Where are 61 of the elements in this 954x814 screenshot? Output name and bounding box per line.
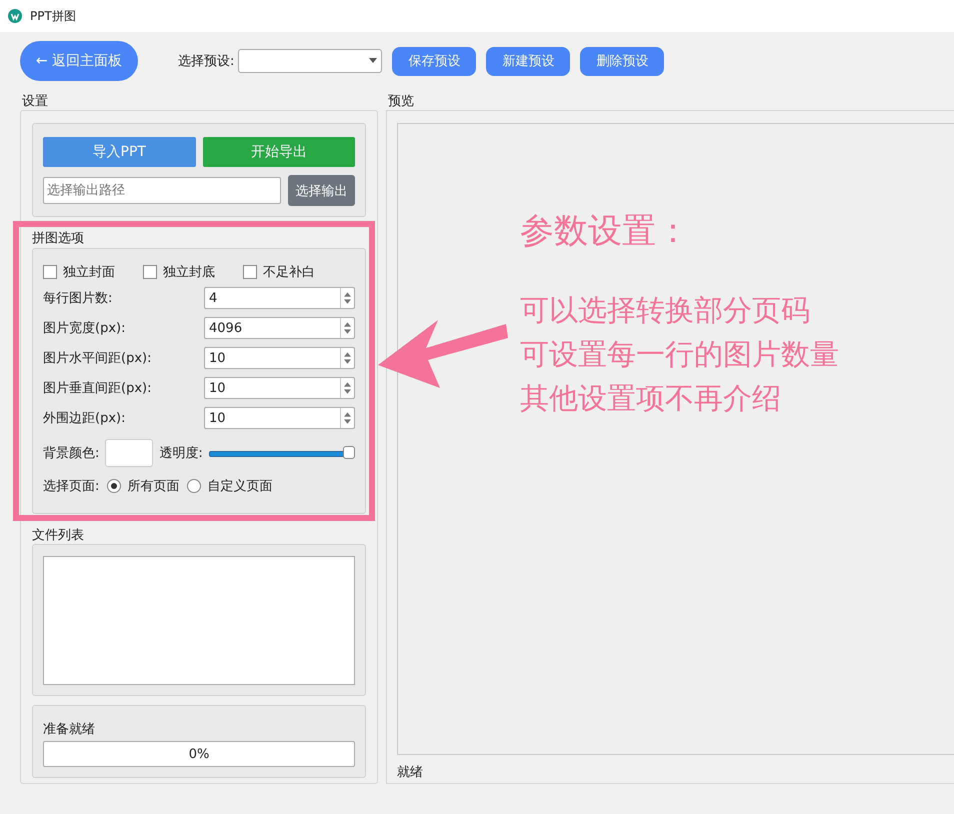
import-button[interactable]: 导入PPT (43, 137, 196, 167)
file-list[interactable] (43, 556, 355, 685)
field-label: 图片垂直间距(px): (43, 380, 152, 397)
radio-button[interactable] (107, 479, 122, 493)
spin-up-icon[interactable] (344, 412, 351, 417)
spin-down-icon[interactable] (344, 359, 351, 364)
section-title: 设置 (22, 93, 49, 110)
caret-icon (369, 58, 378, 63)
field-label: 透明度: (159, 445, 203, 462)
spin-box[interactable]: 4 (204, 287, 355, 309)
preset-button[interactable]: 保存预设 (392, 46, 476, 76)
checkbox-label: 独立封面 (63, 264, 115, 281)
spin-down-icon[interactable] (344, 419, 351, 424)
checkbox-label: 不足补白 (263, 264, 315, 281)
app-icon (8, 9, 22, 23)
progress-reading: 0% (188, 746, 210, 762)
spin-up-icon[interactable] (344, 382, 351, 387)
annotation-title: 参数设置： (520, 210, 691, 253)
preset-dropdown[interactable] (238, 49, 382, 73)
opacity-slider[interactable] (208, 446, 355, 460)
export-button[interactable]: 开始导出 (202, 137, 355, 167)
section-title: 文件列表 (32, 527, 85, 544)
spin-up-icon[interactable] (344, 322, 351, 327)
spin-up-icon[interactable] (344, 352, 351, 357)
spin-up-icon[interactable] (344, 292, 351, 297)
field-label: 选择页面: (43, 478, 100, 495)
field-label: 每行图片数: (43, 290, 112, 307)
annotation-text: 可以选择转换部分页码 (520, 292, 811, 329)
preset-label: 选择预设: (178, 53, 234, 70)
output-path-field[interactable]: 选择输出路径 (43, 177, 281, 204)
spin-down-icon[interactable] (344, 329, 351, 334)
arrow-icon (378, 320, 508, 390)
spin-box[interactable]: 10 (204, 377, 355, 399)
status-text: 准备就绪 (43, 721, 96, 738)
radio-label: 自定义页面 (207, 478, 272, 495)
checkbox[interactable] (243, 265, 257, 279)
spin-box[interactable]: 10 (204, 407, 355, 429)
section-title: 预览 (388, 93, 415, 110)
spin-down-icon[interactable] (344, 299, 351, 304)
field-label: 图片宽度(px): (43, 320, 126, 337)
window-title: PPT拼图 (30, 8, 76, 24)
field-label: 背景颜色: (43, 445, 100, 462)
annotation-text: 可设置每一行的图片数量 (520, 336, 839, 373)
checkbox[interactable] (143, 265, 157, 279)
preset-button[interactable]: 新建预设 (486, 46, 570, 76)
annotation-text: 其他设置项不再介绍 (520, 380, 782, 417)
spin-box[interactable]: 4096 (204, 317, 355, 339)
status-text: 就绪 (397, 764, 424, 781)
back-button[interactable]: ← 返回主面板 (20, 41, 138, 81)
output-button[interactable]: 选择输出 (288, 175, 355, 206)
preset-button[interactable]: 删除预设 (580, 46, 664, 76)
checkbox[interactable] (43, 265, 57, 279)
field-label: 图片水平间距(px): (43, 350, 152, 367)
spin-down-icon[interactable] (344, 389, 351, 394)
section-title: 拼图选项 (32, 230, 85, 248)
checkbox-label: 独立封底 (163, 264, 215, 281)
color-swatch[interactable] (105, 439, 154, 467)
spin-box[interactable]: 10 (204, 347, 355, 369)
radio-label: 所有页面 (127, 478, 180, 495)
radio-button[interactable] (187, 479, 202, 493)
field-label: 外围边距(px): (43, 410, 126, 427)
